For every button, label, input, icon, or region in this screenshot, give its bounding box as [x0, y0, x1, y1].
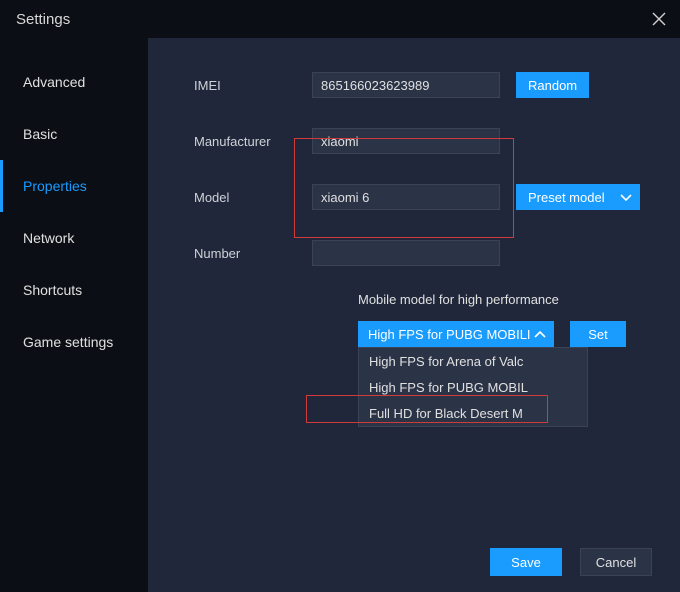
sidebar-item-basic[interactable]: Basic [0, 108, 148, 160]
sidebar-item-network[interactable]: Network [0, 212, 148, 264]
performance-dropdown-wrap: High FPS for PUBG MOBILI Set High FPS fo… [194, 321, 680, 347]
random-button[interactable]: Random [516, 72, 589, 98]
row-model: Model Preset model [194, 180, 680, 214]
sidebar-item-label: Properties [23, 178, 87, 194]
sidebar-item-label: Shortcuts [23, 282, 82, 298]
performance-dropdown-list: High FPS for Arena of Valc High FPS for … [358, 347, 588, 427]
sidebar: Advanced Basic Properties Network Shortc… [0, 38, 148, 592]
label-model: Model [194, 190, 312, 205]
window-title: Settings [16, 11, 70, 28]
preset-model-button[interactable]: Preset model [516, 184, 640, 210]
dropdown-item[interactable]: High FPS for PUBG MOBIL [359, 374, 587, 400]
row-number: Number [194, 236, 680, 270]
sidebar-item-label: Network [23, 230, 74, 246]
performance-dropdown[interactable]: High FPS for PUBG MOBILI [358, 321, 554, 347]
label-imei: IMEI [194, 78, 312, 93]
imei-input[interactable] [312, 72, 500, 98]
sidebar-item-label: Basic [23, 126, 57, 142]
titlebar: Settings [0, 0, 680, 38]
main-panel: IMEI Random Manufacturer Model Preset mo… [148, 38, 680, 592]
sidebar-item-label: Game settings [23, 334, 113, 350]
label-number: Number [194, 246, 312, 261]
dropdown-item[interactable]: High FPS for Arena of Valc [359, 348, 587, 374]
preset-model-label: Preset model [528, 190, 605, 205]
dropdown-item-label: Full HD for Black Desert M [369, 406, 523, 421]
model-input[interactable] [312, 184, 500, 210]
sidebar-item-properties[interactable]: Properties [0, 160, 148, 212]
save-button[interactable]: Save [490, 548, 562, 576]
number-input[interactable] [312, 240, 500, 266]
sidebar-item-advanced[interactable]: Advanced [0, 56, 148, 108]
performance-heading: Mobile model for high performance [194, 292, 680, 307]
set-button[interactable]: Set [570, 321, 626, 347]
dropdown-item-label: High FPS for PUBG MOBIL [369, 380, 528, 395]
sidebar-item-game-settings[interactable]: Game settings [0, 316, 148, 368]
cancel-button[interactable]: Cancel [580, 548, 652, 576]
sidebar-item-label: Advanced [23, 74, 85, 90]
row-manufacturer: Manufacturer [194, 124, 680, 158]
label-manufacturer: Manufacturer [194, 134, 312, 149]
chevron-down-icon [620, 194, 630, 200]
row-imei: IMEI Random [194, 68, 680, 102]
performance-selected: High FPS for PUBG MOBILI [368, 327, 531, 342]
close-icon[interactable] [652, 12, 666, 26]
form-area: IMEI Random Manufacturer Model Preset mo… [148, 68, 680, 532]
body: Advanced Basic Properties Network Shortc… [0, 38, 680, 592]
settings-window: Settings Advanced Basic Properties Netwo… [0, 0, 680, 592]
manufacturer-input[interactable] [312, 128, 500, 154]
dropdown-item-label: High FPS for Arena of Valc [369, 354, 523, 369]
chevron-up-icon [534, 331, 544, 337]
sidebar-item-shortcuts[interactable]: Shortcuts [0, 264, 148, 316]
dropdown-item[interactable]: Full HD for Black Desert M [359, 400, 587, 426]
footer: Save Cancel [148, 532, 680, 592]
